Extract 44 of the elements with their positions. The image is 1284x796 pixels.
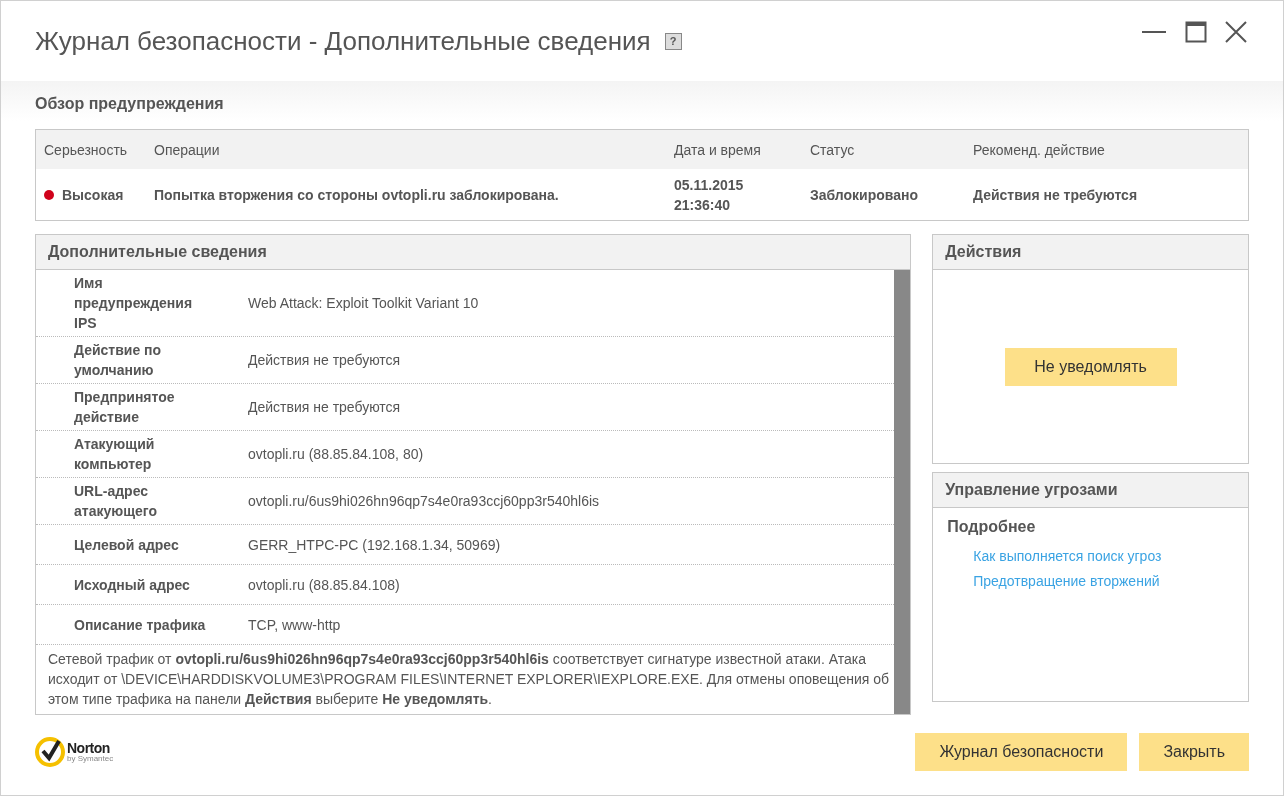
scrollbar[interactable] xyxy=(894,270,911,714)
help-button[interactable]: ? xyxy=(664,32,682,50)
detail-label: Целевой адрес xyxy=(73,535,180,555)
detail-value: ovtopli.ru (88.85.84.108) xyxy=(248,576,400,593)
table-cell-text: Заблокировано xyxy=(809,186,920,203)
detail-value: Действия не требуются xyxy=(248,399,401,415)
detail-label: Исходный адрес xyxy=(73,575,191,595)
table-cell-text: 21:36:40 xyxy=(674,195,732,215)
close-icon[interactable] xyxy=(1225,21,1247,43)
table-cell-text: 05.11.2015 xyxy=(674,175,745,195)
table-cell: Высокая xyxy=(62,186,124,203)
detail-value: TCP, www-http xyxy=(248,616,341,633)
do-not-notify-button[interactable]: Не уведомлять xyxy=(1004,347,1177,386)
column-header: Операции xyxy=(153,141,221,158)
column-header: Серьезность xyxy=(43,141,129,158)
maximize-icon[interactable] xyxy=(1185,21,1207,43)
column-header: Дата и время xyxy=(673,141,762,158)
detail-value: Web Attack: Exploit Toolkit Variant 10 xyxy=(248,295,479,311)
column-header: Рекоменд. действие xyxy=(972,141,1106,158)
subheading: Подробнее xyxy=(947,518,1037,537)
detail-value: GERR_HTPC-PC (192.168.1.34, 50969) xyxy=(248,536,501,553)
description-text: Сетевой трафик от ovtopli.ru/6us9hi026hn96qp7s4e0ra93ccj60pp3r540hl6is соответствует сигнатуре известной атаки. Атака исходит от \DEVICE\HARDDISKVOLUME3\PROGRAM FILES\INTERNET EXPLORER\IEXPLORE.EXE. Для отмены оповещения об этом типе трафика на панели Действия выберите Не уведомлять. xyxy=(48,650,891,709)
detail-label: Атакующий компьютер xyxy=(73,435,156,474)
panel-header: Действия xyxy=(933,235,1248,270)
panel-header: Управление угрозами xyxy=(933,473,1248,509)
detail-label: URL-адрес атакующего xyxy=(73,482,158,521)
detail-label: Действие по умолчанию xyxy=(73,341,163,380)
logo-name: Norton xyxy=(67,740,111,755)
detail-label: Описание трафика xyxy=(73,615,207,635)
logo-tagline: by Symantec xyxy=(67,754,114,763)
detail-value: ovtopli.ru/6us9hi026hn96qp7s4e0ra93ccj60pp3r540hl6is xyxy=(248,493,600,509)
checkmark-logo-icon xyxy=(35,736,65,767)
table-cell-text: Действия не требуются xyxy=(972,186,1139,203)
footer-button[interactable]: Журнал безопасности xyxy=(915,732,1128,771)
panel-header: Дополнительные сведения xyxy=(36,235,911,270)
detail-label: Предпринятое действие xyxy=(73,388,176,427)
column-header: Статус xyxy=(809,141,856,158)
table-cell-text: Попытка вторжения со стороны ovtopli.ru заблокирована. xyxy=(153,186,560,203)
detail-label: Имя предупреждения IPS xyxy=(73,274,194,333)
detail-value: Действия не требуются xyxy=(248,352,401,368)
footer-button[interactable]: Закрыть xyxy=(1139,732,1249,771)
detail-value: ovtopli.ru (88.85.84.108, 80) xyxy=(248,446,424,462)
section-heading: Обзор предупреждения xyxy=(35,95,225,113)
window-title: Журнал безопасности - Дополнительные сведения xyxy=(35,25,651,57)
